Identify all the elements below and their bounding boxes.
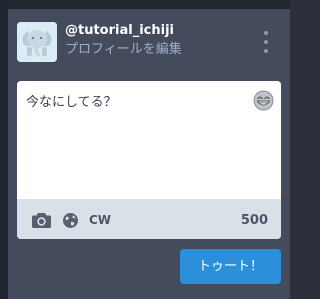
- toot-button[interactable]: トゥート！: [180, 249, 281, 284]
- compose-textarea[interactable]: 今なにしてる？: [17, 81, 281, 191]
- character-counter: 500: [240, 213, 268, 228]
- compose-panel: @tutorial_ichiji プロフィールを編集 今なにしてる？ CW 50…: [8, 9, 290, 299]
- edit-profile-link[interactable]: プロフィールを編集: [65, 42, 182, 58]
- kebab-menu-icon[interactable]: [260, 31, 272, 53]
- camera-icon[interactable]: [32, 213, 51, 228]
- avatar[interactable]: [17, 22, 57, 62]
- compose-form: 今なにしてる？ CW 500: [17, 81, 281, 239]
- compose-placeholder: 今なにしてる？: [26, 95, 117, 110]
- globe-icon[interactable]: [63, 213, 78, 228]
- kebab-dot: [264, 31, 268, 35]
- kebab-dot: [264, 49, 268, 53]
- top-strip: [0, 0, 290, 9]
- compose-options-bar: CW 500: [17, 199, 281, 239]
- kebab-dot: [264, 40, 268, 44]
- grinning-emoji-icon[interactable]: [253, 90, 274, 111]
- content-warning-button[interactable]: CW: [89, 213, 111, 228]
- account-username[interactable]: @tutorial_ichiji: [65, 23, 174, 39]
- column-divider: [0, 0, 8, 299]
- elephant-icon: [17, 22, 57, 62]
